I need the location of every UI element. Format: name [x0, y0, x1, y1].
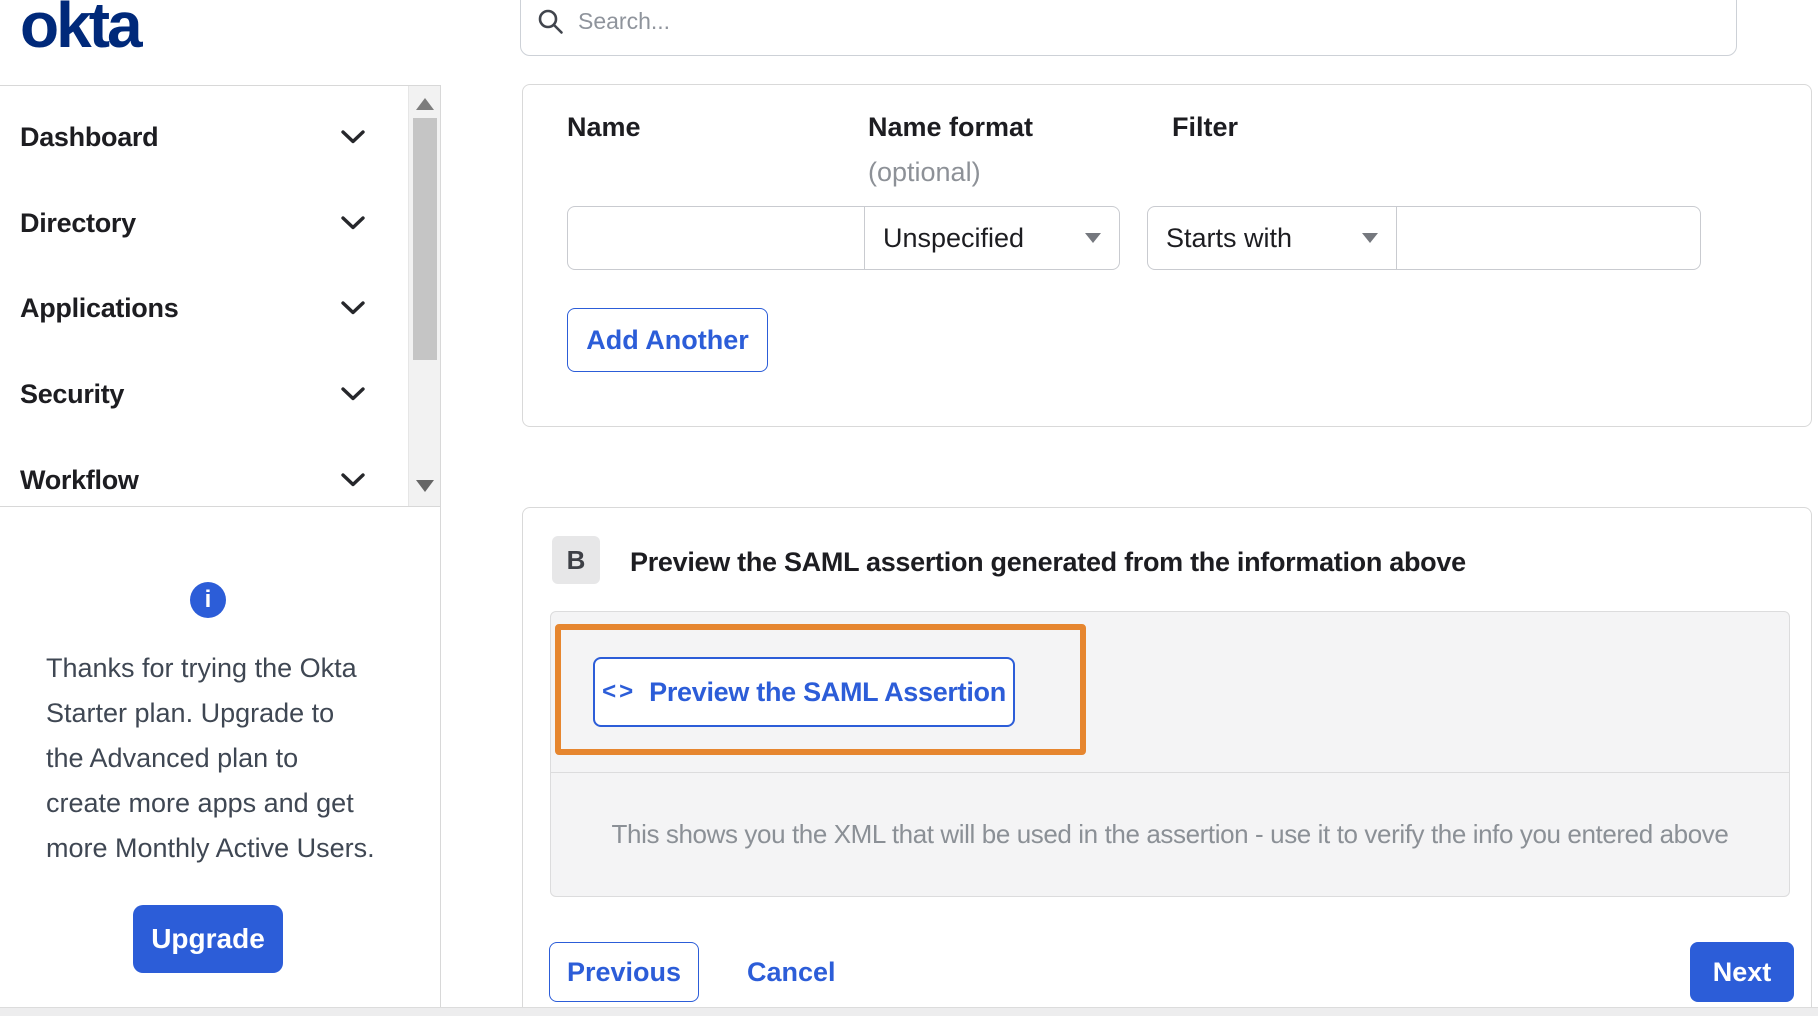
filter-value-input[interactable]: [1396, 206, 1701, 270]
upgrade-button[interactable]: Upgrade: [133, 905, 283, 973]
scroll-down-arrow-icon[interactable]: [416, 480, 434, 492]
assertion-preview-box-help: This shows you the XML that will be used…: [551, 772, 1789, 896]
scrollbar-thumb[interactable]: [413, 118, 437, 360]
info-icon: i: [190, 582, 226, 618]
sidebar-item-label: Applications: [20, 292, 179, 323]
code-icon: <>: [602, 678, 637, 705]
upsell-text-line: more Monthly Active Users.: [46, 833, 375, 863]
section-b-title: Preview the SAML assertion generated fro…: [630, 547, 1466, 577]
name-column-label: Name: [567, 112, 641, 142]
preview-saml-assertion-button[interactable]: <> Preview the SAML Assertion: [593, 657, 1015, 727]
horizontal-scrollbar-track[interactable]: [0, 1007, 1818, 1016]
chevron-down-icon: [341, 301, 365, 315]
preview-help-text: This shows you the XML that will be used…: [611, 819, 1729, 849]
sidebar-top-divider: [0, 85, 440, 86]
name-format-select[interactable]: Unspecified: [864, 206, 1120, 270]
chevron-down-icon: [341, 216, 365, 230]
sidebar-item-dashboard[interactable]: Dashboard: [0, 117, 405, 157]
chevron-down-icon: [341, 130, 365, 144]
filter-operator-select[interactable]: Starts with: [1147, 206, 1397, 270]
sidebar-item-workflow[interactable]: Workflow: [0, 460, 405, 500]
add-another-button[interactable]: Add Another: [567, 308, 768, 372]
next-button[interactable]: Next: [1690, 942, 1794, 1002]
okta-admin-console: okta Dashboard Directory Applications Se…: [0, 0, 1818, 1016]
search-icon: [538, 9, 563, 34]
preview-saml-assertion-label: Preview the SAML Assertion: [649, 676, 1006, 707]
upsell-text-line: Starter plan. Upgrade to: [46, 698, 335, 728]
assertion-preview-box: This shows you the XML that will be used…: [550, 611, 1790, 897]
name-format-column-label: Name format: [868, 112, 1034, 142]
previous-button[interactable]: Previous: [549, 942, 699, 1002]
chevron-down-icon: [341, 473, 365, 487]
sidebar-item-applications[interactable]: Applications: [0, 288, 405, 328]
scroll-up-arrow-icon[interactable]: [416, 98, 434, 110]
optional-label: (optional): [868, 157, 981, 187]
sidebar-item-label: Dashboard: [20, 121, 159, 152]
name-format-selected-value: Unspecified: [883, 222, 1025, 253]
section-b-badge: B: [552, 536, 600, 584]
upsell-message: Thanks for trying the Okta Starter plan.…: [46, 646, 406, 871]
sidebar-item-security[interactable]: Security: [0, 374, 405, 414]
search-input[interactable]: [564, 1, 1736, 41]
filter-column-label: Filter: [1172, 112, 1239, 142]
attribute-name-input[interactable]: [567, 206, 865, 270]
sidebar-nav-bottom-divider: [0, 506, 440, 507]
sidebar-item-label: Security: [20, 378, 125, 409]
sidebar-item-label: Directory: [20, 207, 136, 238]
sidebar-item-label: Workflow: [20, 464, 139, 495]
global-search[interactable]: [520, 0, 1737, 56]
dropdown-arrow-icon: [1085, 233, 1101, 243]
upsell-text-line: Thanks for trying the Okta: [46, 653, 357, 683]
sidebar-divider: [440, 85, 441, 1008]
upsell-text-line: create more apps and get: [46, 788, 354, 818]
sidebar-scrollbar[interactable]: [408, 86, 440, 506]
sidebar-item-directory[interactable]: Directory: [0, 203, 405, 243]
dropdown-arrow-icon: [1362, 233, 1378, 243]
upsell-text-line: the Advanced plan to: [46, 743, 299, 773]
cancel-button[interactable]: Cancel: [747, 942, 836, 1002]
chevron-down-icon: [341, 387, 365, 401]
filter-operator-selected-value: Starts with: [1166, 222, 1293, 253]
okta-logo: okta: [20, 0, 143, 61]
